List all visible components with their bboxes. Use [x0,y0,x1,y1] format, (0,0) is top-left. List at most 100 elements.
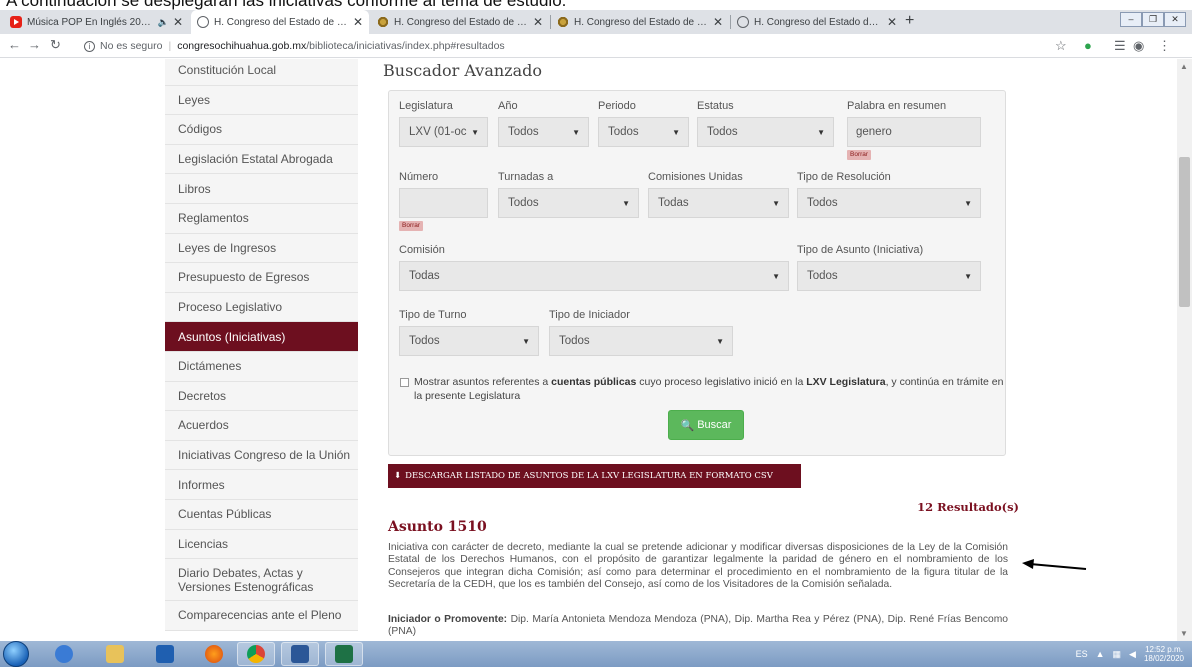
scrollbar-thumb[interactable] [1179,157,1190,307]
tab-congreso-2[interactable]: H. Congreso del Estado de Chihu ✕ [371,10,549,34]
minimize-icon[interactable]: – [1120,12,1142,27]
language-indicator[interactable]: ES [1076,649,1088,659]
sidebar-item-informes[interactable]: Informes [165,470,358,500]
estatus-value: Todos [707,126,738,138]
sidebar-item-comparecencias[interactable]: Comparecencias ante el Pleno [165,601,358,631]
tipo-asunto-select[interactable]: Todos ▼ [797,261,981,291]
firefox-taskbar-button[interactable] [195,642,233,666]
download-csv-button[interactable]: ⬇ DESCARGAR LISTADO DE ASUNTOS DE LA LXV… [388,464,801,488]
back-icon[interactable]: ← [8,37,21,52]
close-window-icon[interactable]: ✕ [1164,12,1186,27]
scroll-down-icon[interactable]: ▼ [1180,629,1188,638]
anio-select[interactable]: Todos ▼ [498,117,589,147]
estatus-select[interactable]: Todos ▼ [697,117,834,147]
excel-taskbar-button[interactable] [325,642,363,666]
cuentas-publicas-checkbox-label[interactable]: Mostrar asuntos referentes a cuentas púb… [414,375,1004,403]
sidebar-item-decretos[interactable]: Decretos [165,381,358,412]
word-taskbar-button[interactable] [281,642,319,666]
palabra-clear-button[interactable]: Borrar [847,150,872,160]
tab-label: H. Congreso del Estado de Chihu [754,16,883,28]
restore-icon[interactable]: ❐ [1142,12,1164,27]
tipo-iniciador-select[interactable]: Todos ▼ [549,326,733,356]
sidebar-item-reglamentos[interactable]: Reglamentos [165,203,358,234]
profile-icon[interactable]: ◉ [1133,38,1144,54]
estatus-label: Estatus [697,100,734,112]
clock[interactable]: 12:52 p.m. 18/02/2020 [1144,645,1184,663]
tab-youtube[interactable]: Música POP En Inglés 2020 - 🔈 ✕ [4,10,189,34]
search-button[interactable]: 🔍 Buscar [668,410,744,440]
bookmark-star-icon[interactable]: ☆ [1055,38,1067,54]
close-tab-icon[interactable]: ✕ [887,15,897,29]
checkbox-bold-cuentas: cuentas públicas [551,376,637,388]
close-tab-icon[interactable]: ✕ [353,15,363,29]
palabra-input[interactable]: genero [847,117,981,147]
excel-icon [335,645,353,663]
iniciador-label: Iniciador o Promovente: [388,614,508,625]
globe-icon [737,16,749,28]
sidebar-item-leyes-ingresos[interactable]: Leyes de Ingresos [165,233,358,264]
info-icon[interactable]: i [84,40,95,52]
close-tab-icon[interactable]: ✕ [533,15,543,29]
reading-list-icon[interactable]: ☰ [1114,38,1126,54]
reload-icon[interactable]: ↻ [50,37,61,53]
start-button[interactable] [3,641,29,667]
chrome-icon [247,645,265,663]
asunto-iniciador: Iniciador o Promovente: Dip. María Anton… [388,614,1008,639]
sidebar-item-cuentas[interactable]: Cuentas Públicas [165,499,358,530]
cuentas-publicas-checkbox[interactable] [400,378,409,387]
tab-strip: Música POP En Inglés 2020 - 🔈 ✕ H. Congr… [0,10,1192,34]
sidebar-item-codigos[interactable]: Códigos [165,115,358,145]
sidebar-item-proceso[interactable]: Proceso Legislativo [165,292,358,323]
comision-value: Todas [409,270,440,282]
legislatura-select[interactable]: LXV (01-oc ▼ [399,117,488,147]
palabra-label: Palabra en resumen [847,100,947,112]
sidebar-item-asuntos[interactable]: Asuntos (Iniciativas) [165,322,358,352]
sidebar-item-leyes[interactable]: Leyes [165,85,358,116]
page-scrollbar[interactable]: ▲ ▼ [1177,59,1192,641]
sidebar-item-dictamenes[interactable]: Dictámenes [165,351,358,382]
numero-clear-button[interactable]: Borrar [399,221,424,231]
sidebar-item-libros[interactable]: Libros [165,174,358,204]
sidebar-item-iniciativas-union[interactable]: Iniciativas Congreso de la Unión [165,440,358,471]
tipo-turno-select[interactable]: Todos ▼ [399,326,539,356]
speaker-icon[interactable]: 🔈 [158,17,169,28]
caret-down-icon: ▼ [471,128,479,137]
ie-icon [55,645,73,663]
firefox-icon [205,645,223,663]
ie-taskbar-button[interactable] [45,642,83,666]
new-tab-button[interactable]: + [905,12,914,30]
turnadas-select[interactable]: Todos ▼ [498,188,639,218]
sidebar-item-label: Diario Debates, Actas y Versiones Esteno… [178,565,314,594]
comision-select[interactable]: Todas ▼ [399,261,789,291]
extension-icon[interactable]: ● [1084,38,1092,53]
scroll-up-icon[interactable]: ▲ [1180,62,1188,71]
tab-congreso-4[interactable]: H. Congreso del Estado de Chihu ✕ [731,10,903,34]
show-hidden-icons-icon[interactable]: ▲ [1096,649,1105,659]
numero-input[interactable] [399,188,488,218]
anio-value: Todos [508,126,539,138]
tipo-resolucion-select[interactable]: Todos ▼ [797,188,981,218]
outlook-taskbar-button[interactable] [146,642,184,666]
explorer-taskbar-button[interactable] [96,642,134,666]
asunto-title[interactable]: Asunto 1510 [388,519,487,535]
url-input[interactable]: i No es seguro | congresochihuahua.gob.m… [84,36,1034,56]
chrome-taskbar-button[interactable] [237,642,275,666]
sidebar-item-licencias[interactable]: Licencias [165,529,358,560]
network-icon[interactable]: ▦ [1113,649,1122,660]
volume-icon[interactable]: ◀ [1129,649,1136,660]
close-tab-icon[interactable]: ✕ [713,15,723,29]
sidebar-item-constitucion[interactable]: Constitución Local [165,59,358,86]
sidebar-item-presupuesto[interactable]: Presupuesto de Egresos [165,263,358,293]
menu-icon[interactable]: ⋮ [1158,38,1171,54]
sidebar-item-label: Decretos [178,388,227,403]
comisiones-unidas-select[interactable]: Todas ▼ [648,188,789,218]
forward-icon[interactable]: → [28,37,41,52]
tab-congreso-active[interactable]: H. Congreso del Estado de Chihu ✕ [191,10,369,34]
close-tab-icon[interactable]: ✕ [173,15,183,29]
sidebar-item-diario[interactable]: Diario Debates, Actas y Versiones Esteno… [165,559,358,602]
sidebar-item-abrogada[interactable]: Legislación Estatal Abrogada [165,144,358,175]
periodo-select[interactable]: Todos ▼ [598,117,689,147]
sidebar-item-acuerdos[interactable]: Acuerdos [165,411,358,441]
tab-congreso-3[interactable]: H. Congreso del Estado de Chihu ✕ [551,10,729,34]
clock-date: 18/02/2020 [1143,654,1184,663]
